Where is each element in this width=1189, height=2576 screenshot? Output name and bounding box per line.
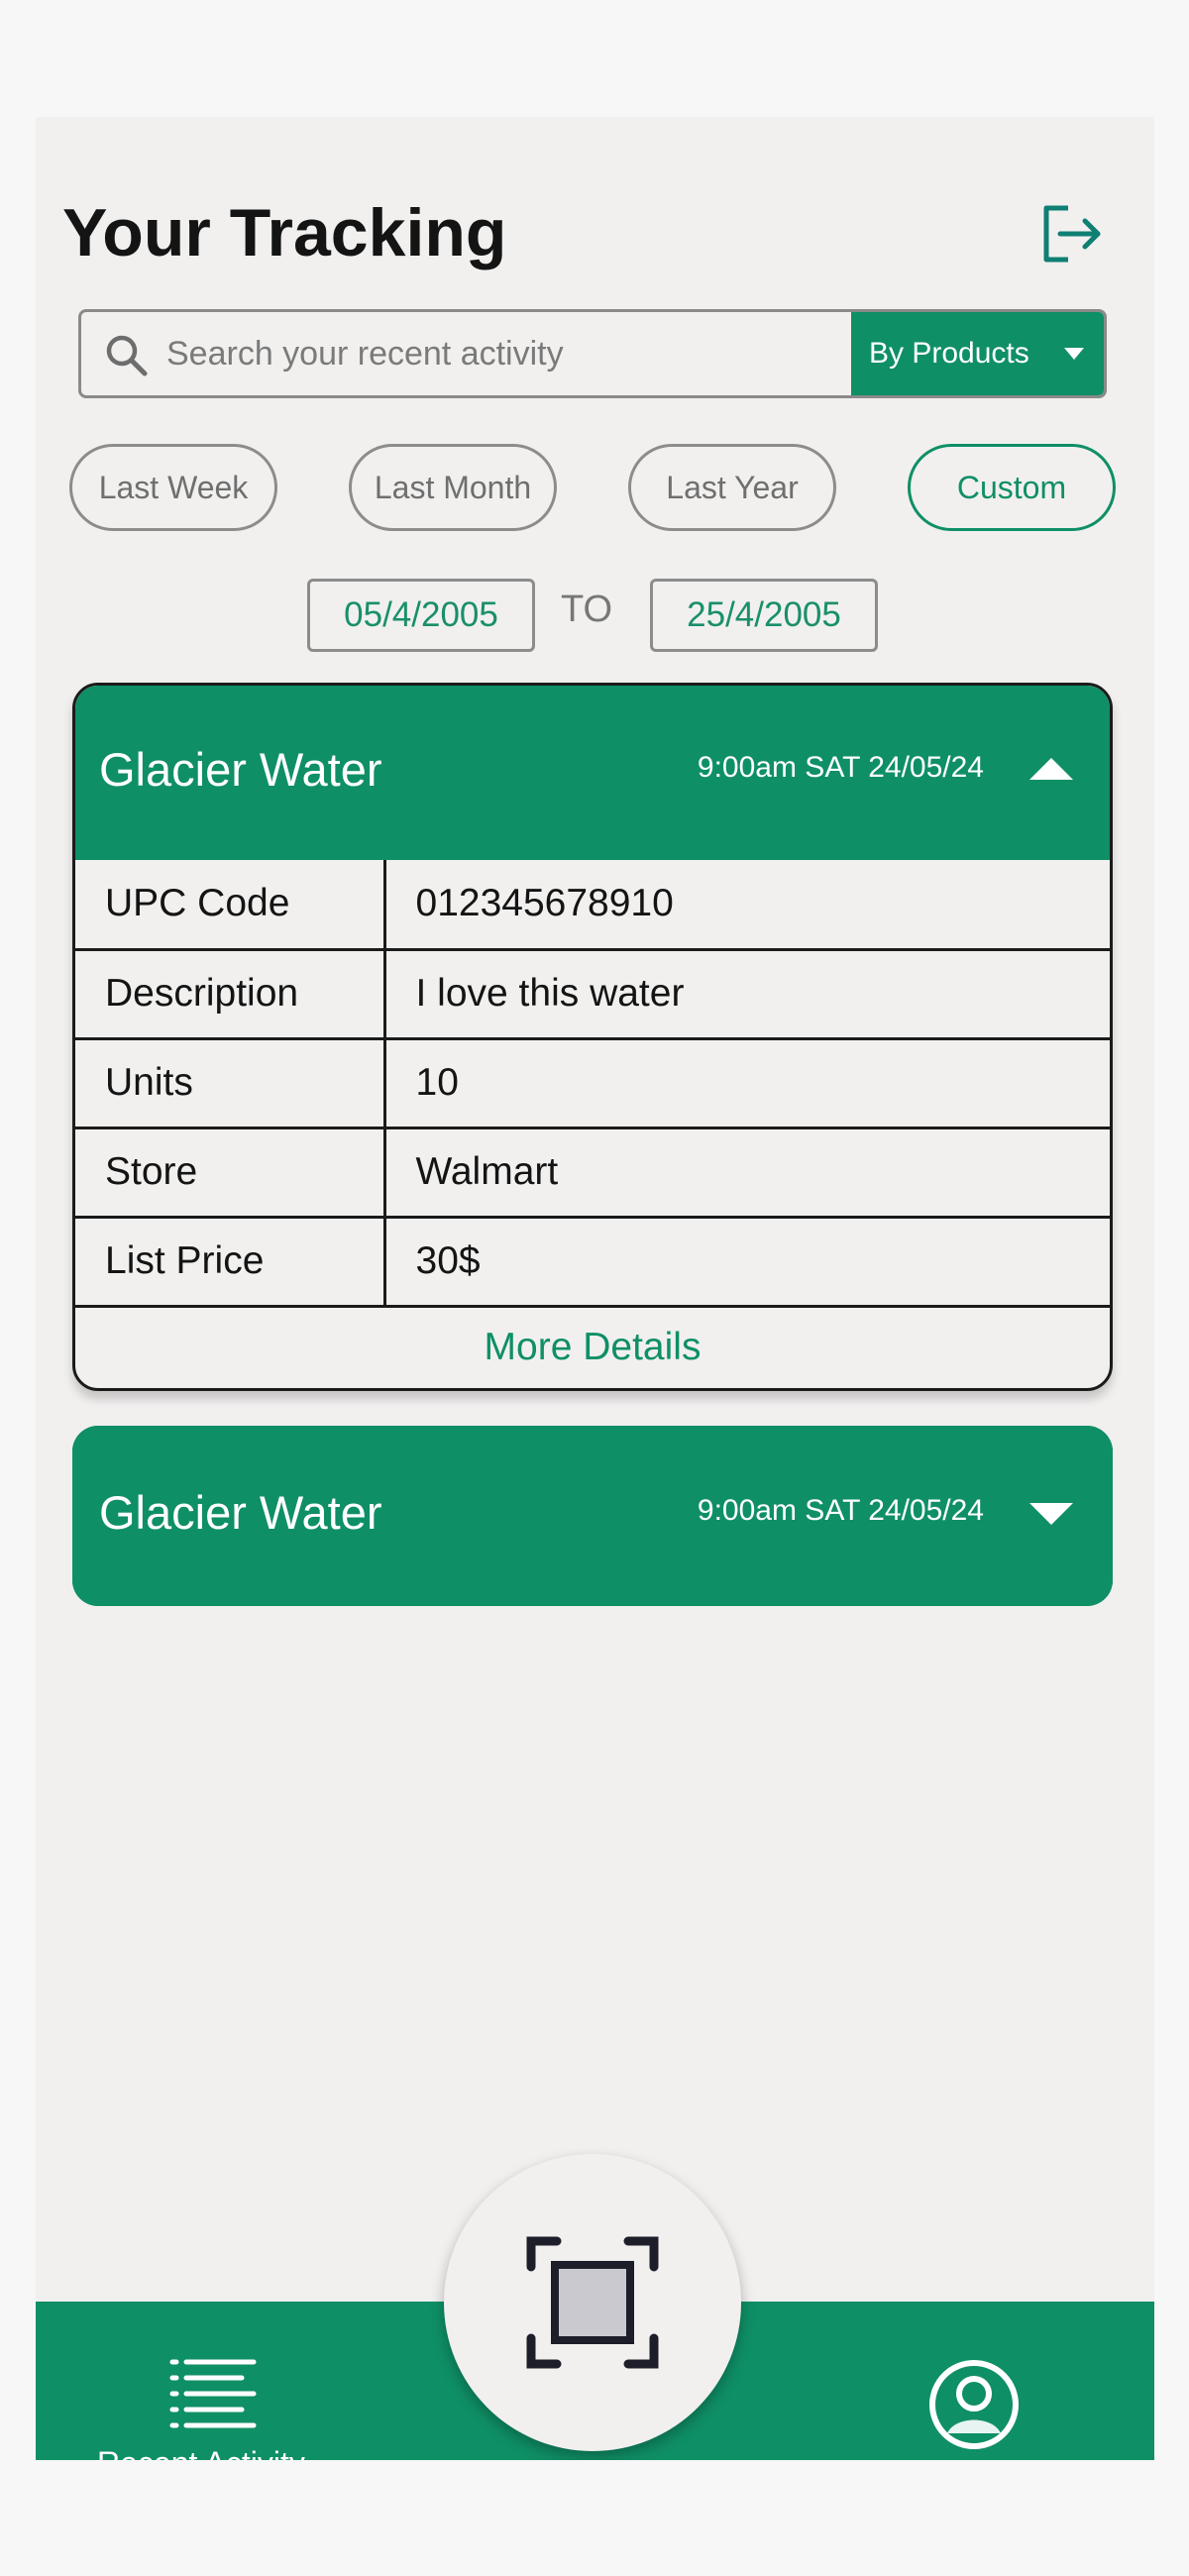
- more-details-link[interactable]: More Details: [75, 1308, 1110, 1387]
- chevron-down-icon: [1064, 348, 1084, 360]
- scan-button[interactable]: [444, 2154, 741, 2451]
- search-input[interactable]: [166, 312, 900, 395]
- detail-value: 10: [384, 1038, 1110, 1129]
- table-row: Units 10: [75, 1038, 1110, 1129]
- activity-card-header[interactable]: Glacier Water 9:00am SAT 24/05/24: [72, 1426, 1113, 1606]
- search-bar: By Products: [78, 309, 1107, 398]
- table-row: List Price 30$: [75, 1217, 1110, 1308]
- detail-value: Walmart: [384, 1127, 1110, 1219]
- list-icon[interactable]: [164, 2356, 258, 2439]
- detail-value: 012345678910: [384, 860, 1110, 951]
- logout-icon[interactable]: [1038, 200, 1106, 268]
- product-name: Glacier Water: [99, 1486, 382, 1539]
- activity-timestamp: 9:00am SAT 24/05/24: [697, 1494, 984, 1527]
- product-name: Glacier Water: [99, 743, 382, 796]
- scan-icon: [526, 2236, 659, 2369]
- detail-key: Description: [75, 949, 386, 1040]
- app-screen: Your Tracking By Products Last Week Last…: [36, 117, 1154, 2460]
- product-details-table: UPC Code 012345678910 Description I love…: [75, 860, 1110, 1308]
- date-from-field[interactable]: 05/4/2005: [307, 579, 535, 652]
- activity-card-collapsed[interactable]: Glacier Water 9:00am SAT 24/05/24: [72, 1426, 1113, 1606]
- detail-value: 30$: [384, 1217, 1110, 1308]
- activity-timestamp: 9:00am SAT 24/05/24: [697, 751, 984, 784]
- table-row: Description I love this water: [75, 949, 1110, 1040]
- search-filter-dropdown[interactable]: By Products: [851, 312, 1104, 395]
- filter-last-year[interactable]: Last Year: [628, 444, 836, 531]
- detail-key: Store: [75, 1127, 386, 1219]
- filter-last-week[interactable]: Last Week: [69, 444, 277, 531]
- date-to-field[interactable]: 25/4/2005: [650, 579, 878, 652]
- detail-key: UPC Code: [75, 860, 386, 951]
- detail-key: List Price: [75, 1217, 386, 1308]
- nav-recent-activity-label[interactable]: Recent Activity: [97, 2445, 305, 2460]
- filter-last-month[interactable]: Last Month: [349, 444, 557, 531]
- profile-icon[interactable]: [927, 2358, 1021, 2451]
- search-icon: [106, 335, 148, 376]
- page-title: Your Tracking: [62, 195, 507, 270]
- date-range-separator: TO: [561, 589, 613, 630]
- activity-card-expanded: Glacier Water 9:00am SAT 24/05/24 UPC Co…: [72, 683, 1113, 1391]
- search-filter-label: By Products: [869, 337, 1029, 370]
- expand-icon[interactable]: [1029, 1503, 1073, 1525]
- detail-key: Units: [75, 1038, 386, 1129]
- collapse-icon[interactable]: [1029, 758, 1073, 780]
- table-row: UPC Code 012345678910: [75, 860, 1110, 951]
- filter-custom[interactable]: Custom: [908, 444, 1116, 531]
- detail-value: I love this water: [384, 949, 1110, 1040]
- table-row: Store Walmart: [75, 1127, 1110, 1219]
- activity-card-header[interactable]: Glacier Water 9:00am SAT 24/05/24: [75, 686, 1110, 860]
